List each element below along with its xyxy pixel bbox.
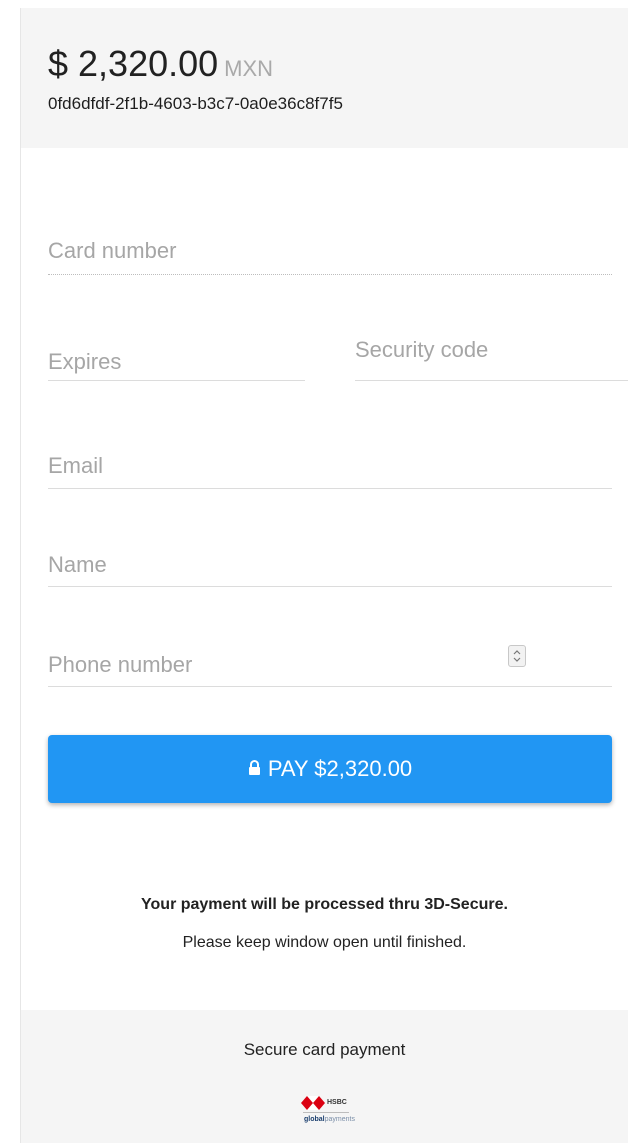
payment-footer: Secure card payment HSBC globalpayments: [21, 1010, 628, 1143]
payment-page: $ 2,320.00 MXN 0fd6dfdf-2f1b-4603-b3c7-0a…: [0, 0, 628, 1143]
email-input[interactable]: [48, 444, 612, 488]
order-id: 0fd6dfdf-2f1b-4603-b3c7-0a0e36c8f7f5: [48, 94, 343, 113]
phone-number-input[interactable]: [48, 640, 612, 686]
hsbc-hexagon-icon: [301, 1096, 325, 1110]
globalpayments-logo: globalpayments: [304, 1116, 355, 1123]
pay-button-label: PAY $2,320.00: [267, 756, 413, 781]
amount-value: $ 2,320.00: [48, 43, 219, 84]
security-code-input[interactable]: [355, 330, 628, 380]
card-number-input[interactable]: [48, 228, 612, 274]
lock-icon: [248, 755, 261, 781]
email-field[interactable]: [48, 444, 612, 489]
footer-title: Secure card payment: [243, 1040, 406, 1059]
keep-window-notice: Please keep window open until finished.: [182, 934, 467, 951]
security-code-field[interactable]: [355, 330, 628, 381]
pay-button[interactable]: PAY $2,320.00: [48, 735, 612, 803]
number-spinner-icon[interactable]: [508, 645, 526, 667]
name-input[interactable]: [48, 544, 612, 586]
name-field[interactable]: [48, 544, 612, 587]
hsbc-logo-text: HSBC: [327, 1099, 347, 1106]
expires-field[interactable]: [48, 338, 305, 381]
currency-code: MXN: [224, 56, 274, 81]
expires-input[interactable]: [48, 338, 305, 380]
logo-divider: [303, 1112, 349, 1113]
amount-display: $ 2,320.00 MXN: [48, 44, 273, 89]
frame-border: [20, 8, 21, 1143]
card-number-field[interactable]: [48, 228, 612, 275]
globalpayments-logo-light: payments: [324, 1116, 355, 1123]
3d-secure-notice: Your payment will be processed thru 3D-S…: [141, 896, 508, 913]
phone-number-field[interactable]: [48, 640, 612, 687]
globalpayments-logo-bold: global: [304, 1116, 325, 1123]
provider-logo: HSBC globalpayments: [285, 1090, 365, 1138]
